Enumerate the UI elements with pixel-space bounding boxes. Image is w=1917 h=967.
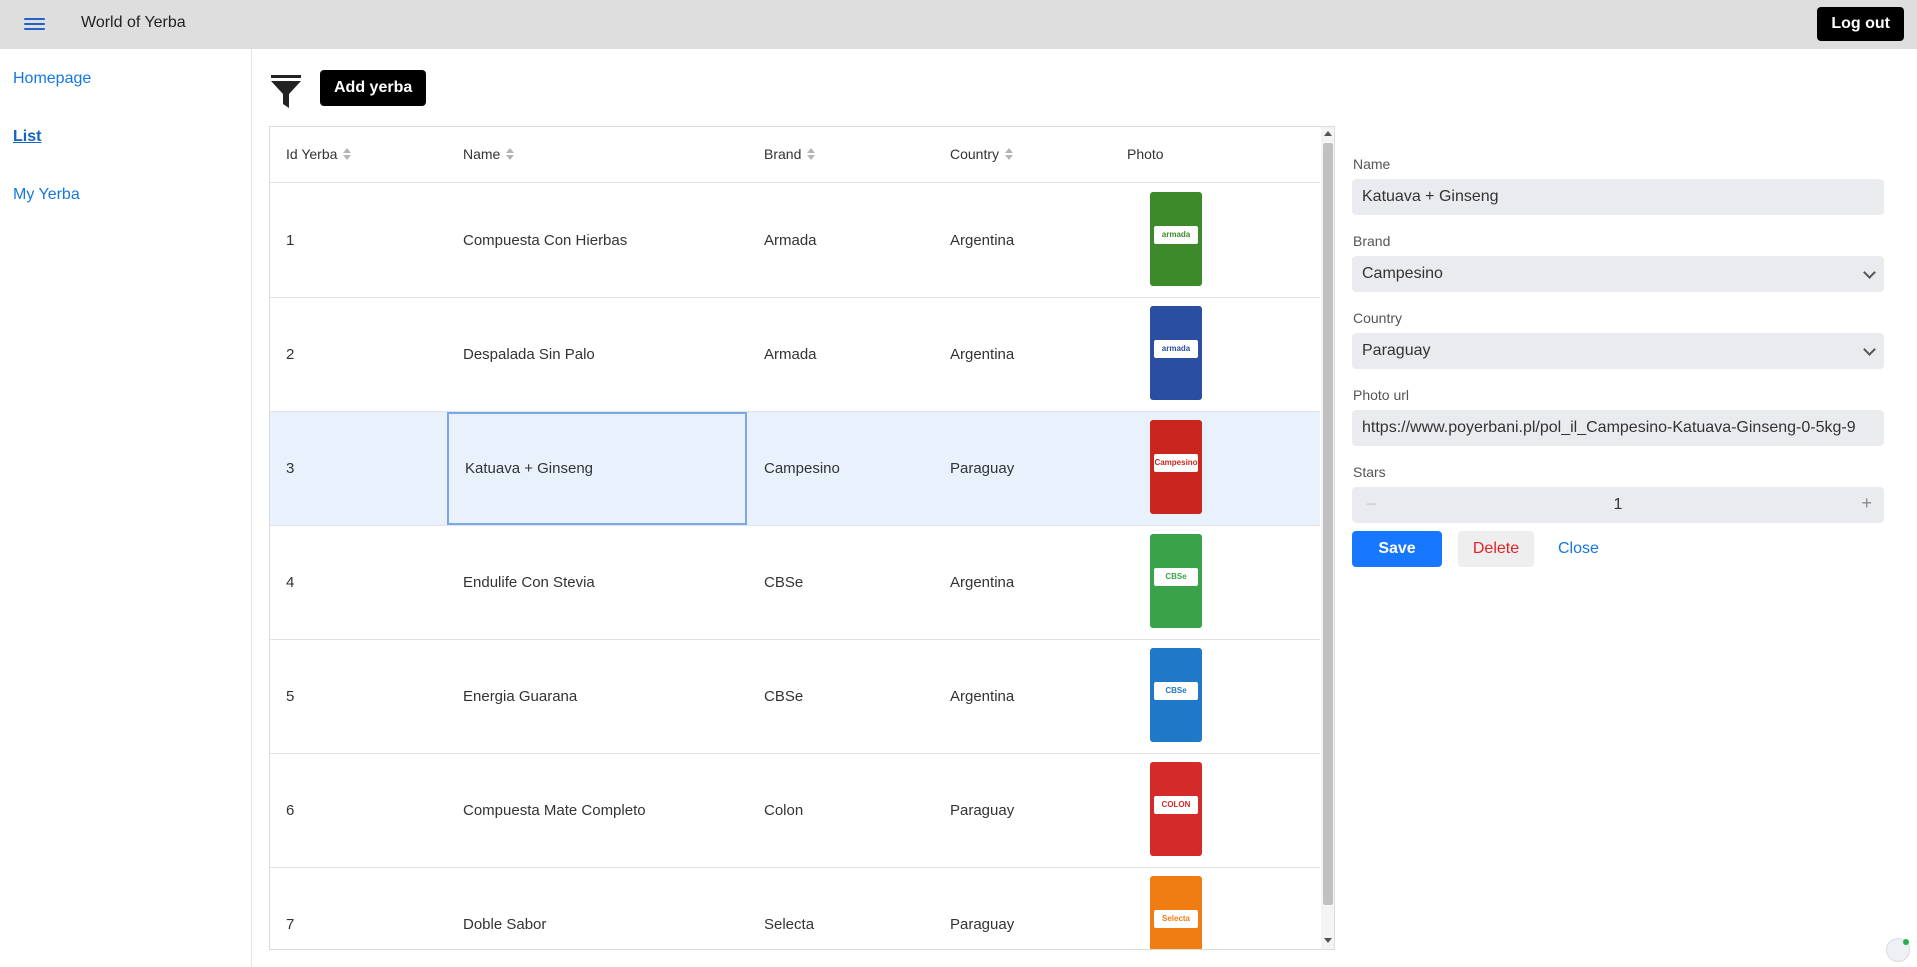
chevron-down-icon xyxy=(1863,266,1876,279)
package-label: armada xyxy=(1154,226,1198,244)
cell-brand[interactable]: Campesino xyxy=(764,412,934,525)
package-label: CBSe xyxy=(1154,568,1198,586)
yerba-photo: COLON xyxy=(1150,762,1202,856)
filter-icon[interactable] xyxy=(270,74,302,110)
assistant-icon[interactable] xyxy=(1886,938,1910,962)
sort-icon[interactable] xyxy=(506,148,515,160)
name-field[interactable]: Katuava + Ginseng xyxy=(1352,179,1884,215)
table-row[interactable]: 1 Compuesta Con Hierbas Armada Argentina arm… xyxy=(270,184,1320,298)
cell-id[interactable]: 7 xyxy=(286,868,446,949)
add-yerba-button[interactable]: Add yerba xyxy=(320,70,427,106)
table-row[interactable]: 3 Katuava + Ginseng Campesino Paraguay Campe… xyxy=(270,412,1320,526)
cell-name[interactable]: Despalada Sin Palo xyxy=(447,298,747,411)
sort-icon[interactable] xyxy=(807,148,816,160)
cell-country[interactable]: Argentina xyxy=(950,298,1120,411)
column-header-brand[interactable]: Brand xyxy=(764,146,816,162)
close-button[interactable]: Close xyxy=(1544,531,1613,567)
cell-id[interactable]: 1 xyxy=(286,184,446,297)
delete-button[interactable]: Delete xyxy=(1458,531,1534,567)
country-label: Country xyxy=(1353,310,1403,326)
yerba-photo: Selecta xyxy=(1150,876,1202,949)
yerba-photo: armada xyxy=(1150,192,1202,286)
cell-id[interactable]: 3 xyxy=(286,412,446,525)
scroll-up-arrow-icon[interactable] xyxy=(1324,131,1332,136)
photo-url-label: Photo url xyxy=(1353,387,1410,403)
cell-country[interactable]: Argentina xyxy=(950,640,1120,753)
cell-id[interactable]: 2 xyxy=(286,298,446,411)
name-label: Name xyxy=(1353,156,1391,172)
yerba-photo: Campesino xyxy=(1150,420,1202,514)
app-title: World of Yerba xyxy=(81,14,186,31)
yerba-photo: armada xyxy=(1150,306,1202,400)
cell-brand[interactable]: Armada xyxy=(764,298,934,411)
yerba-photo: CBSe xyxy=(1150,648,1202,742)
logout-button[interactable]: Log out xyxy=(1817,7,1904,41)
sidebar-item-homepage[interactable]: Homepage xyxy=(13,70,91,88)
cell-country[interactable]: Argentina xyxy=(950,526,1120,639)
cell-name[interactable]: Compuesta Con Hierbas xyxy=(447,184,747,297)
brand-label: Brand xyxy=(1353,233,1391,249)
cell-id[interactable]: 6 xyxy=(286,754,446,867)
table-row[interactable]: 2 Despalada Sin Palo Armada Argentina armada xyxy=(270,298,1320,412)
chevron-down-icon xyxy=(1863,343,1876,356)
cell-brand[interactable]: Selecta xyxy=(764,868,934,949)
package-label: COLON xyxy=(1154,796,1198,814)
plus-icon[interactable]: + xyxy=(1861,493,1872,514)
column-header-country[interactable]: Country xyxy=(950,146,1014,162)
yerba-table: Id Yerba Name Brand Country Photo 1 Compu… xyxy=(269,126,1335,950)
cell-id[interactable]: 4 xyxy=(286,526,446,639)
table-row[interactable]: 5 Energia Guarana CBSe Argentina CBSe xyxy=(270,640,1320,754)
package-label: CBSe xyxy=(1154,682,1198,700)
cell-brand[interactable]: Armada xyxy=(764,184,934,297)
cell-id[interactable]: 5 xyxy=(286,640,446,753)
cell-brand[interactable]: Colon xyxy=(764,754,934,867)
table-row[interactable]: 4 Endulife Con Stevia CBSe Argentina CBSe xyxy=(270,526,1320,640)
top-bar: World of Yerba Log out xyxy=(0,0,1917,49)
vertical-scrollbar[interactable] xyxy=(1321,127,1334,949)
package-label: Selecta xyxy=(1154,910,1198,928)
stars-label: Stars xyxy=(1353,464,1386,480)
cell-brand[interactable]: CBSe xyxy=(764,526,934,639)
table-row[interactable]: 7 Doble Sabor Selecta Paraguay Selecta xyxy=(270,868,1320,949)
package-label: armada xyxy=(1154,340,1198,358)
scroll-down-arrow-icon[interactable] xyxy=(1324,938,1332,943)
column-header-id[interactable]: Id Yerba xyxy=(286,146,352,162)
sort-icon[interactable] xyxy=(1005,148,1014,160)
cell-name[interactable]: Katuava + Ginseng xyxy=(447,412,747,525)
cell-name[interactable]: Endulife Con Stevia xyxy=(447,526,747,639)
brand-select[interactable]: Campesino xyxy=(1352,256,1884,292)
cell-brand[interactable]: CBSe xyxy=(764,640,934,753)
table-header: Id Yerba Name Brand Country Photo xyxy=(270,127,1320,183)
table-row[interactable]: 6 Compuesta Mate Completo Colon Paraguay COL… xyxy=(270,754,1320,868)
cell-name[interactable]: Doble Sabor xyxy=(447,868,747,949)
cell-country[interactable]: Paraguay xyxy=(950,754,1120,867)
cell-country[interactable]: Paraguay xyxy=(950,868,1120,949)
hamburger-menu-icon[interactable] xyxy=(24,15,45,33)
package-label: Campesino xyxy=(1154,454,1198,472)
sidebar: Homepage List My Yerba xyxy=(0,49,252,967)
cell-country[interactable]: Argentina xyxy=(950,184,1120,297)
yerba-photo: CBSe xyxy=(1150,534,1202,628)
scrollbar-thumb[interactable] xyxy=(1323,143,1333,905)
column-header-photo: Photo xyxy=(1127,146,1164,162)
cell-name[interactable]: Compuesta Mate Completo xyxy=(447,754,747,867)
column-header-name[interactable]: Name xyxy=(463,146,515,162)
stars-stepper[interactable]: − 1 + xyxy=(1352,487,1884,523)
country-select[interactable]: Paraguay xyxy=(1352,333,1884,369)
sidebar-item-list[interactable]: List xyxy=(13,128,41,146)
cell-name[interactable]: Energia Guarana xyxy=(447,640,747,753)
photo-url-field[interactable]: https://www.poyerbani.pl/pol_il_Campesin… xyxy=(1352,410,1884,446)
save-button[interactable]: Save xyxy=(1352,531,1442,567)
cell-country[interactable]: Paraguay xyxy=(950,412,1120,525)
sort-icon[interactable] xyxy=(343,148,352,160)
sidebar-item-my-yerba[interactable]: My Yerba xyxy=(13,186,80,204)
